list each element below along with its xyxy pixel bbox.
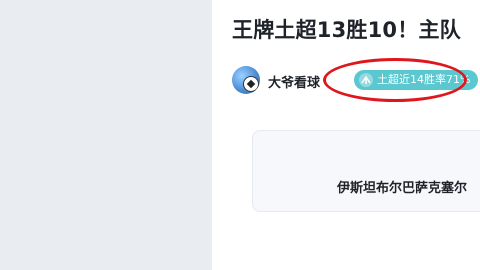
- soccer-ball-icon: [243, 76, 259, 92]
- trend-up-icon: [359, 73, 373, 87]
- author-row: 大爷看球 土超近14胜率71%: [232, 66, 480, 96]
- article-title: 王牌土超13胜10！主队: [232, 18, 461, 42]
- article-content: 王牌土超13胜10！主队 大爷看球 土超近14胜率71% 伊斯坦布尔巴萨克塞尔: [212, 0, 480, 270]
- match-team-name: 伊斯坦布尔巴萨克塞尔: [337, 181, 468, 196]
- match-card[interactable]: 伊斯坦布尔巴萨克塞尔: [252, 130, 480, 212]
- page: 王牌土超13胜10！主队 大爷看球 土超近14胜率71% 伊斯坦布尔巴萨克塞尔: [0, 0, 480, 270]
- author-avatar[interactable]: [232, 66, 260, 94]
- win-rate-badge[interactable]: 土超近14胜率71%: [354, 70, 479, 90]
- author-name[interactable]: 大爷看球: [268, 72, 320, 91]
- left-gutter: [0, 0, 212, 270]
- win-rate-label: 土超近14胜率71%: [377, 73, 471, 86]
